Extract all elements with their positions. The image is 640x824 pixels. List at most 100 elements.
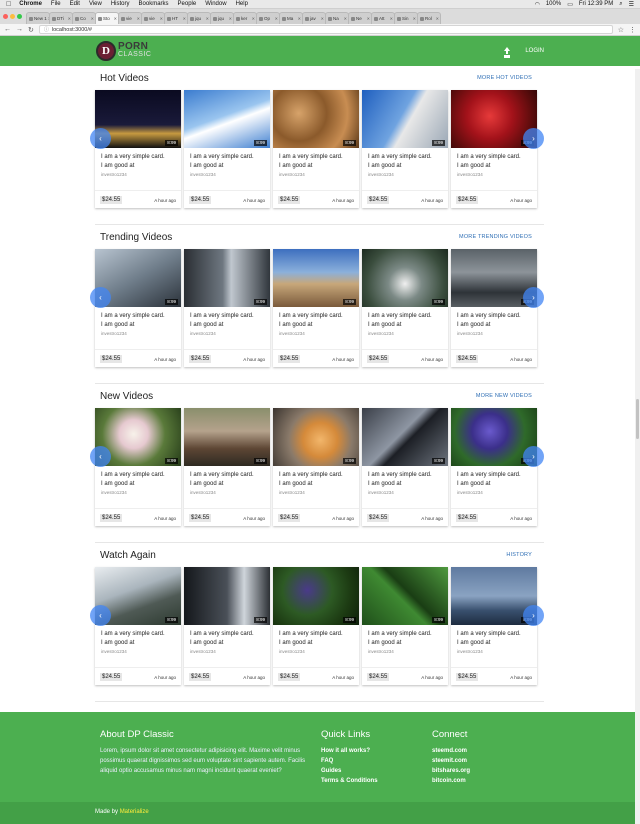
info-icon[interactable]: ⓘ [44,26,49,33]
tab-close-icon[interactable]: ✕ [413,16,416,21]
footer-link-guides[interactable]: Guides [321,766,432,776]
video-card[interactable]: 8:99I am a very simple card.I am good at… [95,408,181,526]
card-username[interactable]: investro1234 [362,330,448,337]
video-card[interactable]: 8:99I am a very simple card.I am good at… [362,567,448,685]
video-thumbnail[interactable]: 8:99 [362,90,448,148]
carousel-prev-arrow-icon[interactable]: ‹ [90,605,111,626]
tab-close-icon[interactable]: ✕ [436,16,439,21]
browser-tab[interactable]: jqu ✕ [210,12,234,24]
video-thumbnail[interactable]: 8:99 [273,567,359,625]
video-card[interactable]: 8:99I am a very simple card.I am good at… [273,567,359,685]
browser-tab[interactable]: vie ✕ [118,12,142,24]
video-card[interactable]: 8:99I am a very simple card.I am good at… [451,90,537,208]
menu-window[interactable]: Window [205,1,226,7]
close-window-icon[interactable] [3,14,8,19]
video-card[interactable]: 8:99I am a very simple card.I am good at… [362,408,448,526]
menu-bookmarks[interactable]: Bookmarks [139,1,169,7]
video-card[interactable]: 8:99I am a very simple card.I am good at… [273,90,359,208]
section-more-link[interactable]: MORE TRENDING VIDEOS [459,234,532,240]
site-logo[interactable]: D PORN CLASSIC [96,41,151,61]
video-card[interactable]: 8:99I am a very simple card.I am good at… [184,567,270,685]
tab-close-icon[interactable]: ✕ [298,16,301,21]
card-username[interactable]: investro1234 [273,171,359,178]
tab-close-icon[interactable]: ✕ [160,16,163,21]
section-more-link[interactable]: HISTORY [506,552,532,558]
video-thumbnail[interactable]: 8:99 [273,90,359,148]
video-card[interactable]: 8:99I am a very simple card.I am good at… [184,408,270,526]
clock[interactable]: Fri 12:39 PM [579,1,613,7]
card-username[interactable]: investro1234 [184,648,270,655]
video-card[interactable]: 8:99I am a very simple card.I am good at… [184,249,270,367]
carousel-prev-arrow-icon[interactable]: ‹ [90,128,111,149]
login-link[interactable]: LOGIN [525,48,544,54]
card-username[interactable]: investro1234 [451,330,537,337]
page-scrollbar[interactable] [635,69,640,824]
carousel-next-arrow-icon[interactable]: › [523,605,544,626]
browser-tab[interactable]: HT ✕ [164,12,188,24]
video-thumbnail[interactable]: 8:99 [273,408,359,466]
tab-close-icon[interactable]: ✕ [68,16,71,21]
card-username[interactable]: investro1234 [184,171,270,178]
wifi-icon[interactable]: ◠ [535,1,540,8]
video-card[interactable]: 8:99I am a very simple card.I am good at… [95,90,181,208]
card-username[interactable]: investro1234 [95,648,181,655]
browser-tab[interactable]: Ma ✕ [279,12,303,24]
card-username[interactable]: investro1234 [95,171,181,178]
carousel-next-arrow-icon[interactable]: › [523,446,544,467]
card-username[interactable]: investro1234 [273,648,359,655]
back-arrow-icon[interactable]: ← [4,26,11,33]
tab-close-icon[interactable]: ✕ [252,16,255,21]
card-username[interactable]: investro1234 [451,171,537,178]
reload-icon[interactable]: ↻ [28,26,34,34]
zoom-window-icon[interactable] [17,14,22,19]
tab-close-icon[interactable]: ✕ [321,16,324,21]
video-card[interactable]: 8:99I am a very simple card.I am good at… [451,408,537,526]
browser-tab[interactable]: DTi ✕ [49,12,73,24]
search-icon[interactable]: ⌕ [619,1,622,8]
browser-tab[interactable]: Na ✕ [325,12,349,24]
video-thumbnail[interactable]: 8:99 [184,249,270,307]
card-username[interactable]: investro1234 [451,489,537,496]
tab-close-icon[interactable]: ✕ [344,16,347,21]
video-thumbnail[interactable]: 8:99 [184,567,270,625]
forward-arrow-icon[interactable]: → [16,26,23,33]
card-username[interactable]: investro1234 [184,330,270,337]
video-thumbnail[interactable]: 8:99 [273,249,359,307]
footer-link-bitcoin[interactable]: bitcoin.com [432,776,470,786]
card-username[interactable]: investro1234 [273,330,359,337]
menu-people[interactable]: People [178,1,197,7]
card-username[interactable]: investro1234 [95,489,181,496]
browser-tab[interactable]: vie ✕ [141,12,165,24]
footer-link-how[interactable]: How it all works? [321,746,432,756]
tab-close-icon[interactable]: ✕ [229,16,232,21]
card-username[interactable]: investro1234 [362,648,448,655]
browser-tab[interactable]: jav ✕ [302,12,326,24]
tab-close-icon[interactable]: ✕ [183,16,186,21]
video-card[interactable]: 8:99I am a very simple card.I am good at… [95,249,181,367]
apple-icon[interactable]:  [6,1,11,8]
menu-chrome[interactable]: Chrome [19,1,42,7]
tab-close-icon[interactable]: ✕ [114,16,117,21]
carousel-prev-arrow-icon[interactable]: ‹ [90,287,111,308]
video-card[interactable]: 8:99I am a very simple card.I am good at… [362,90,448,208]
video-thumbnail[interactable]: 8:99 [184,90,270,148]
video-card[interactable]: 8:99I am a very simple card.I am good at… [451,249,537,367]
menu-history[interactable]: History [111,1,130,7]
tab-close-icon[interactable]: ✕ [390,16,393,21]
minimize-window-icon[interactable] [10,14,15,19]
materialize-link[interactable]: Materialize [120,809,149,815]
tab-close-icon[interactable]: ✕ [367,16,370,21]
card-username[interactable]: investro1234 [362,171,448,178]
browser-tab[interactable]: Rol ✕ [417,12,441,24]
card-username[interactable]: investro1234 [273,489,359,496]
upload-icon[interactable] [503,46,511,56]
menu-edit[interactable]: Edit [70,1,80,7]
more-menu-icon[interactable]: ⋮ [629,26,636,34]
footer-link-steemd[interactable]: steemd.com [432,746,470,756]
video-card[interactable]: 8:99I am a very simple card.I am good at… [451,567,537,685]
carousel-next-arrow-icon[interactable]: › [523,287,544,308]
video-card[interactable]: 8:99I am a very simple card.I am good at… [273,408,359,526]
browser-tab[interactable]: Ne ✕ [348,12,372,24]
carousel-prev-arrow-icon[interactable]: ‹ [90,446,111,467]
browser-tab[interactable]: Op ✕ [256,12,280,24]
